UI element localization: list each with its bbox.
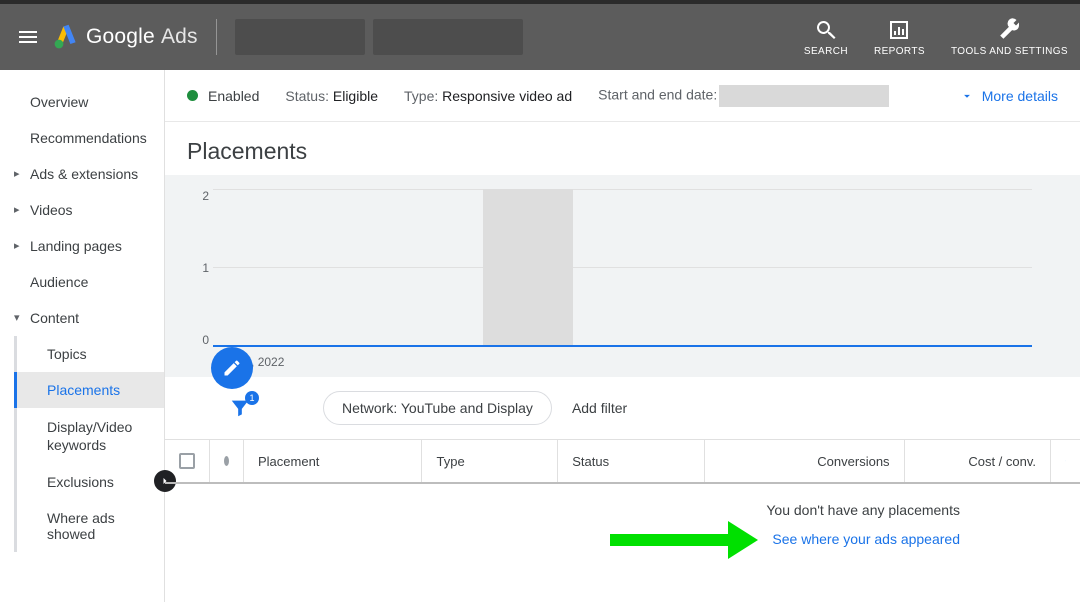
sidebar-item-overview[interactable]: Overview (0, 84, 164, 120)
tools-icon (997, 18, 1021, 42)
sidebar-sub-where-ads-showed[interactable]: Where ads showed (17, 500, 164, 552)
filter-count-badge: 1 (245, 391, 259, 405)
dates-kv: Start and end date: (598, 85, 889, 107)
sidebar-item-audience[interactable]: Audience (0, 264, 164, 300)
pencil-icon (222, 358, 242, 378)
annotation-arrow-icon (610, 524, 760, 554)
filter-bar: 1 Network: YouTube and Display Add filte… (165, 377, 1080, 440)
col-conversions[interactable]: Conversions (704, 440, 904, 482)
more-details-toggle[interactable]: More details (960, 88, 1058, 104)
status-kv: Status: Eligible (285, 88, 378, 104)
date-redacted (719, 85, 889, 107)
sidebar-item-ads-extensions[interactable]: Ads & extensions (0, 156, 164, 192)
col-expand[interactable] (1050, 440, 1080, 482)
chevron-down-icon (1065, 454, 1066, 468)
col-placement[interactable]: Placement (243, 440, 421, 482)
edit-fab-button[interactable] (211, 347, 253, 389)
sidebar-sub-placements[interactable]: Placements (14, 372, 164, 408)
chart-highlight-region (483, 189, 573, 345)
filter-button[interactable]: 1 (227, 395, 253, 421)
sidebar-sub-topics[interactable]: Topics (17, 336, 164, 372)
tools-label: TOOLS AND SETTINGS (951, 46, 1068, 57)
sidebar-item-recommendations[interactable]: Recommendations (0, 120, 164, 156)
empty-placements-message: You don't have any placements (165, 484, 1080, 524)
page-title: Placements (165, 122, 1080, 175)
status-dot-icon (187, 90, 198, 101)
more-details-label: More details (982, 88, 1058, 104)
reports-icon (887, 18, 911, 42)
enabled-label: Enabled (208, 88, 259, 104)
hamburger-menu-button[interactable] (8, 17, 48, 57)
ad-status-bar: Enabled Status: Eligible Type: Responsiv… (165, 70, 1080, 122)
select-all-checkbox[interactable] (165, 440, 209, 482)
sidebar-item-landing-pages[interactable]: Landing pages (0, 228, 164, 264)
sidebar-item-content[interactable]: Content (0, 300, 164, 336)
brand-ads: Ads (161, 25, 198, 48)
type-kv: Type: Responsive video ad (404, 88, 572, 104)
main-content: Enabled Status: Eligible Type: Responsiv… (165, 70, 1080, 602)
sidebar-sub-display-video-keywords[interactable]: Display/Video keywords (17, 408, 164, 464)
reports-button[interactable]: REPORTS (874, 18, 925, 57)
reports-label: REPORTS (874, 46, 925, 57)
col-type[interactable]: Type (421, 440, 557, 482)
chevron-down-icon (960, 89, 974, 103)
tools-settings-button[interactable]: TOOLS AND SETTINGS (951, 18, 1068, 57)
sidebar-item-videos[interactable]: Videos (0, 192, 164, 228)
chart-plot-area[interactable] (213, 189, 1032, 347)
chart-y-axis: 2 1 0 (183, 189, 209, 347)
divider (216, 19, 217, 55)
status-dot-header (209, 440, 243, 482)
filter-chip-network[interactable]: Network: YouTube and Display (323, 391, 552, 425)
account-selector-area[interactable] (235, 19, 523, 55)
see-where-ads-appeared-link[interactable]: See where your ads appeared (772, 531, 960, 547)
enabled-status[interactable]: Enabled (187, 88, 259, 104)
top-app-bar: Google Ads SEARCH REPORTS TOOLS AND SETT… (0, 4, 1080, 70)
table-header-row: Placement Type Status Conversions Cost /… (165, 440, 1080, 484)
brand-google: Google (86, 25, 155, 48)
search-button[interactable]: SEARCH (804, 18, 848, 57)
brand-title: Google Ads (86, 25, 198, 49)
google-ads-logo-icon (52, 23, 80, 51)
performance-chart: 2 1 0 Aug 17, 2022 (165, 175, 1080, 377)
sidebar-sub-exclusions[interactable]: Exclusions (17, 464, 164, 500)
col-cost-conv[interactable]: Cost / conv. (904, 440, 1050, 482)
search-label: SEARCH (804, 46, 848, 57)
search-icon (814, 18, 838, 42)
left-nav: Overview Recommendations Ads & extension… (0, 70, 165, 602)
col-status[interactable]: Status (557, 440, 703, 482)
add-filter-button[interactable]: Add filter (572, 400, 627, 416)
